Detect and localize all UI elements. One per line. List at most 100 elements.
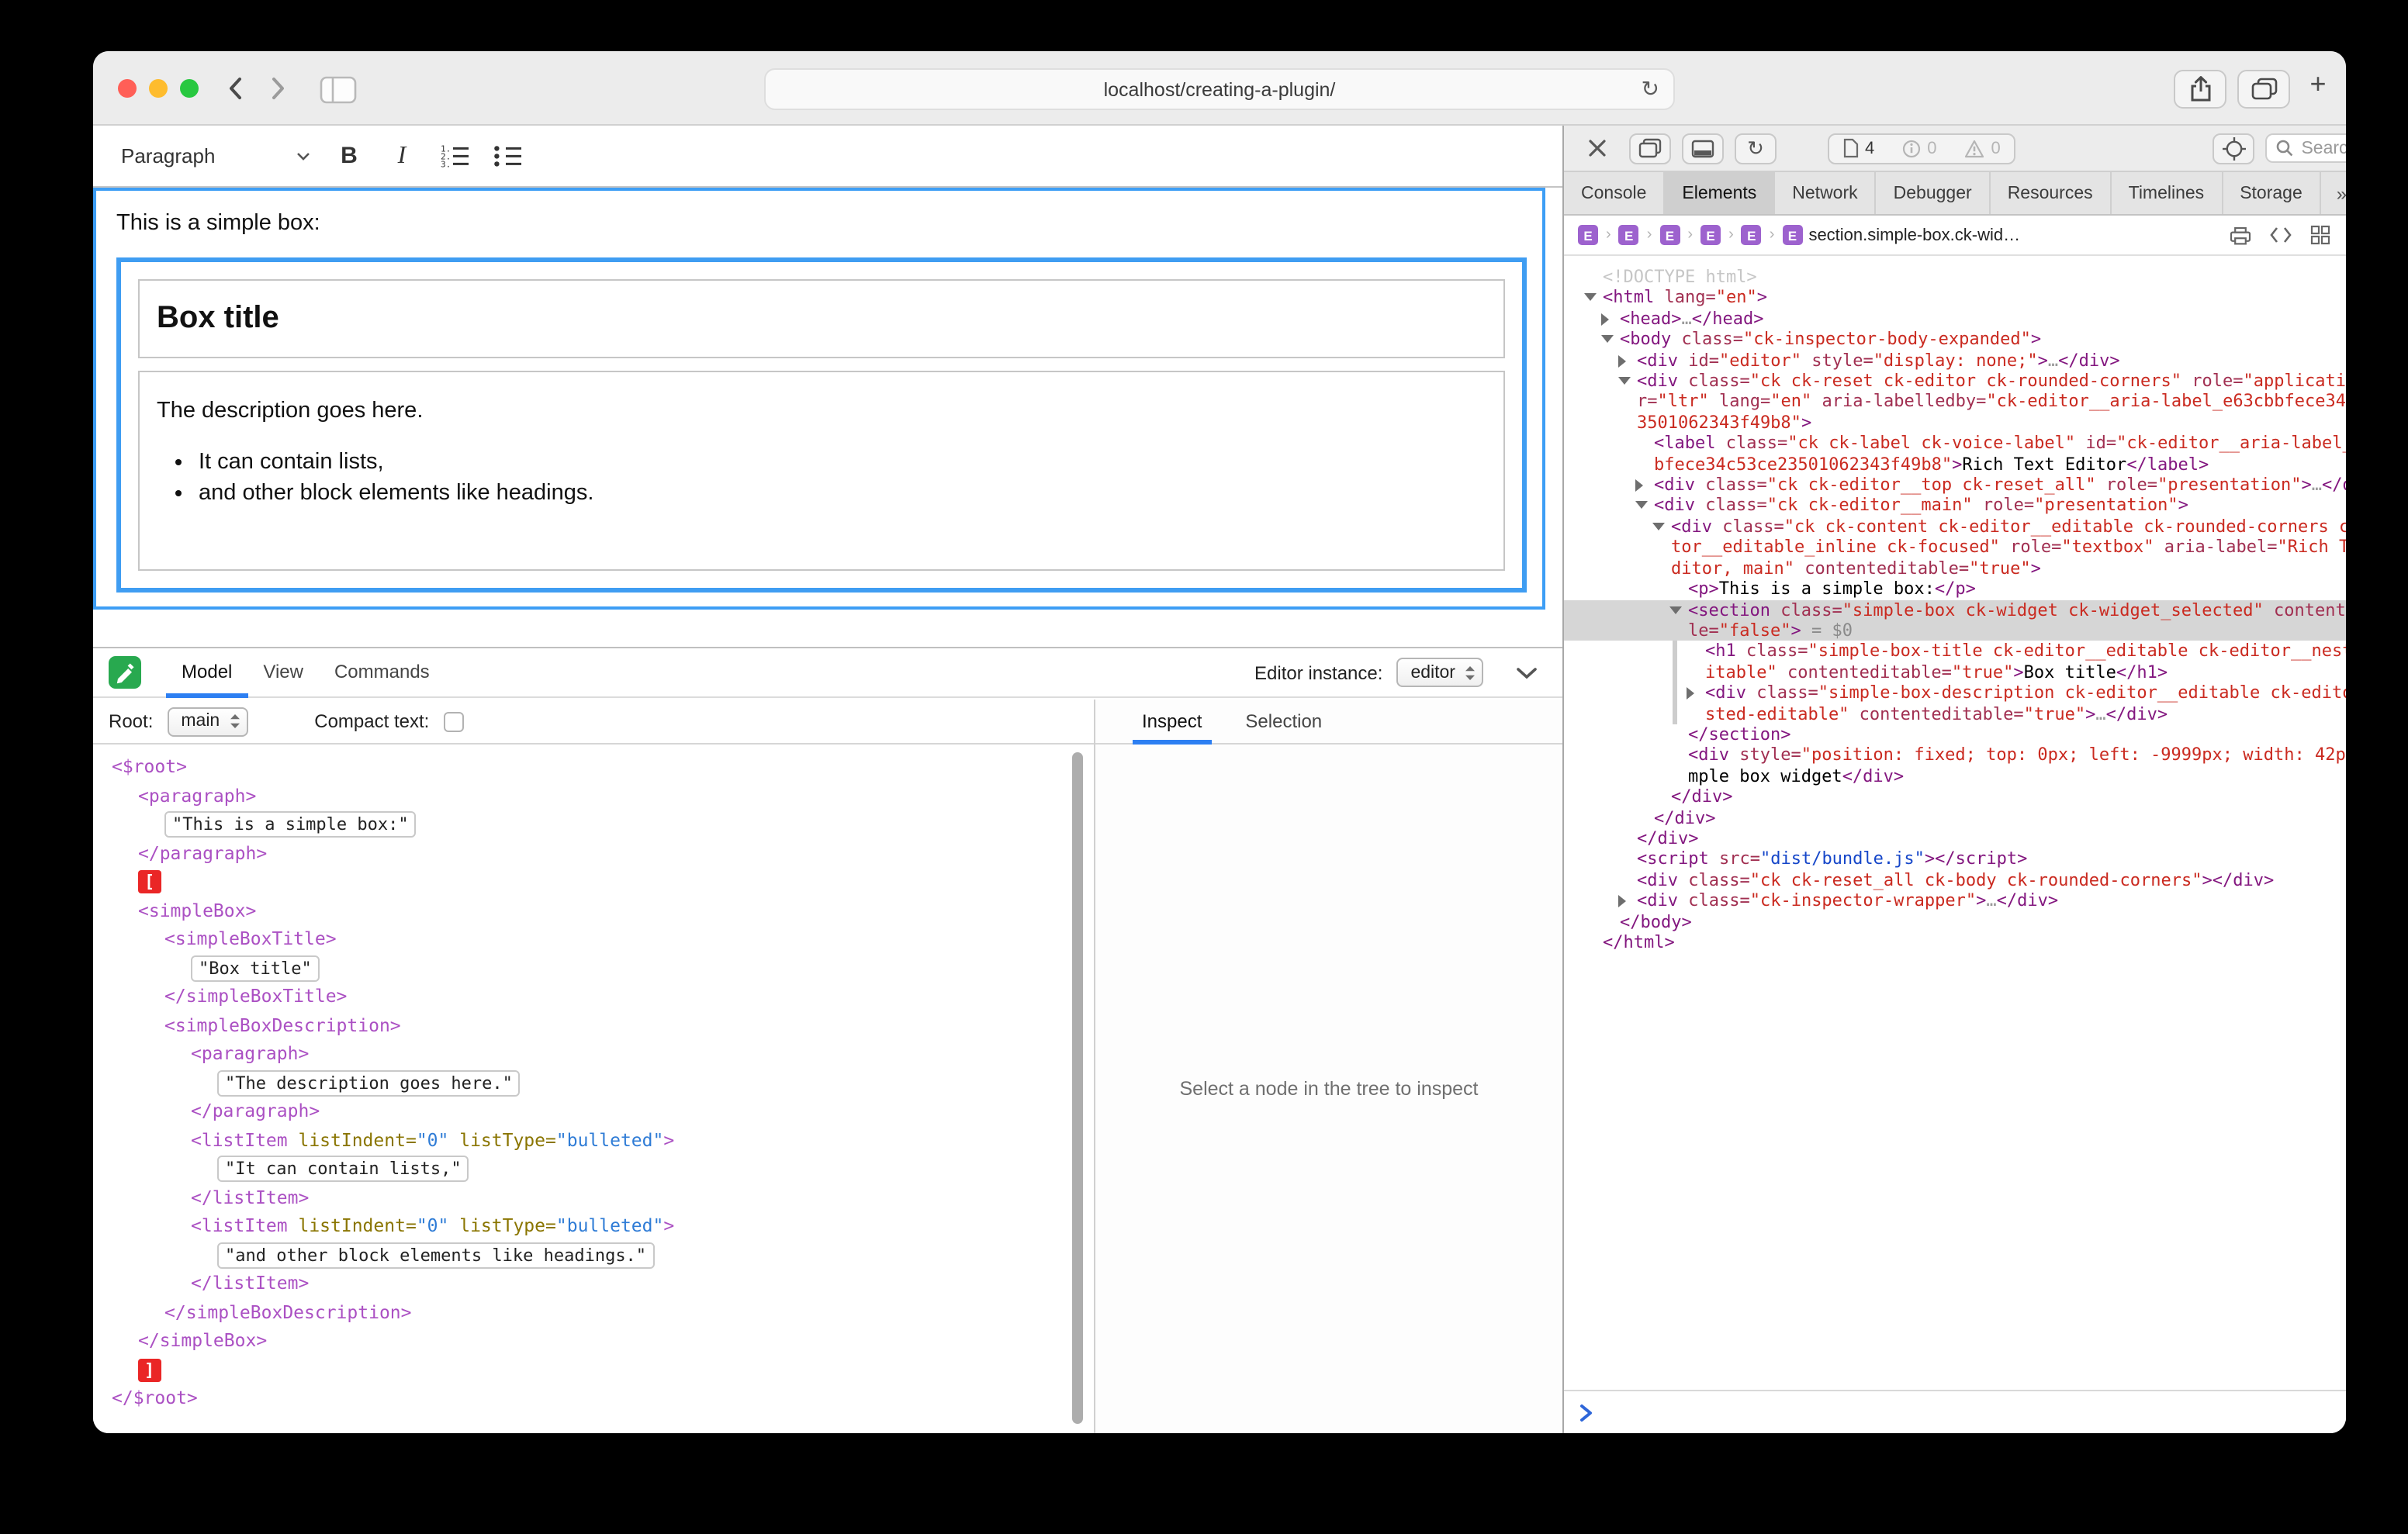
devtools-tab-console[interactable]: Console — [1564, 172, 1665, 214]
model-tree-line[interactable]: </simpleBoxTitle> — [93, 982, 1094, 1011]
dom-tree-line[interactable]: <div class="ck ck-reset_all ck-body ck-r… — [1564, 870, 2346, 891]
model-tree-line[interactable]: </paragraph> — [93, 1097, 1094, 1125]
dom-tree-line[interactable]: </body> — [1564, 911, 2346, 932]
url-field[interactable]: localhost/creating-a-plugin/ ↻ — [764, 68, 1675, 110]
model-tree-line[interactable]: </paragraph> — [93, 838, 1094, 867]
list-item[interactable]: and other block elements like headings. — [199, 479, 1486, 507]
disclosure-collapsed-icon[interactable] — [1618, 895, 1626, 907]
disclosure-collapsed-icon[interactable] — [1601, 313, 1609, 326]
dom-tree-line[interactable]: <div class="ck-inspector-wrapper">…</div… — [1564, 890, 2346, 911]
model-tree-line[interactable]: </listItem> — [93, 1269, 1094, 1297]
compact-text-checkbox[interactable] — [443, 711, 463, 731]
model-tree-line[interactable]: "It can contain lists," — [93, 1154, 1094, 1183]
dom-tree-line[interactable]: <div class="ck ck-editor__top ck-reset_a… — [1564, 475, 2346, 496]
italic-button[interactable]: I — [375, 134, 428, 178]
dom-tree-line[interactable]: <script src="dist/bundle.js"></script> — [1564, 849, 2346, 870]
breadcrumb-item[interactable]: E — [1700, 225, 1721, 245]
model-tree-line[interactable]: <listItem listIndent="0" listType="bulle… — [93, 1125, 1094, 1154]
model-tree-line[interactable]: </simpleBox> — [93, 1326, 1094, 1355]
model-tree-line[interactable]: ] — [93, 1355, 1094, 1384]
close-window-button[interactable] — [118, 79, 137, 98]
breadcrumb-item[interactable]: E — [1742, 225, 1762, 245]
disclosure-collapsed-icon[interactable] — [1687, 687, 1694, 700]
dom-tree-line[interactable]: <section class="simple-box ck-widget ck-… — [1564, 599, 2346, 641]
disclosure-collapsed-icon[interactable] — [1618, 354, 1626, 367]
disclosure-open-icon[interactable] — [1601, 335, 1614, 343]
inspector-tab-selection[interactable]: Selection — [1236, 699, 1331, 744]
breadcrumb-item[interactable]: E — [1619, 225, 1639, 245]
new-tab-button[interactable]: + — [2302, 68, 2334, 101]
inspector-tab-inspect[interactable]: Inspect — [1133, 699, 1211, 744]
grid-icon[interactable] — [2310, 225, 2330, 245]
list-item[interactable]: It can contain lists, — [199, 448, 1486, 477]
paragraph-text[interactable]: This is a simple box: — [116, 211, 1527, 236]
model-tree-line[interactable]: </$root> — [93, 1384, 1094, 1412]
box-description-text[interactable]: The description goes here. — [157, 399, 1486, 423]
dom-tree-line[interactable]: </section> — [1564, 724, 2346, 745]
root-select[interactable]: main — [167, 707, 247, 736]
paragraph-dropdown[interactable]: Paragraph — [121, 144, 310, 168]
devtools-tab-elements[interactable]: Elements — [1665, 172, 1775, 214]
disclosure-collapsed-icon[interactable] — [1635, 479, 1643, 492]
dom-tree-line[interactable]: <div class="simple-box-description ck-ed… — [1564, 682, 2346, 724]
dom-tree-line[interactable]: </div> — [1564, 807, 2346, 828]
dom-tree-line[interactable]: <!DOCTYPE html> — [1564, 267, 2346, 288]
warnings-badge[interactable]: 0 — [1951, 139, 2015, 157]
devtools-reload-button[interactable]: ↻ — [1735, 133, 1777, 164]
share-button[interactable] — [2174, 70, 2226, 109]
code-brackets-icon[interactable] — [2270, 226, 2292, 244]
disclosure-open-icon[interactable] — [1618, 377, 1631, 385]
breadcrumb-item[interactable]: E — [1659, 225, 1680, 245]
devtools-tab-resources[interactable]: Resources — [1991, 172, 2112, 214]
inspector-tab-model[interactable]: Model — [166, 648, 247, 697]
editor-instance-select[interactable]: editor — [1396, 658, 1483, 687]
dom-tree-line[interactable]: <div id="editor" style="display: none;">… — [1564, 350, 2346, 371]
editor-content[interactable]: This is a simple box: Box title The desc… — [93, 188, 1545, 610]
scrollbar-thumb[interactable] — [1072, 752, 1083, 1424]
model-tree-line[interactable]: <simpleBoxTitle> — [93, 924, 1094, 953]
reload-icon[interactable]: ↻ — [1642, 76, 1659, 102]
model-tree-line[interactable]: <simpleBox> — [93, 896, 1094, 924]
model-tree-line[interactable]: </simpleBoxDescription> — [93, 1297, 1094, 1326]
dom-tree-line[interactable]: <body class="ck-inspector-body-expanded"… — [1564, 329, 2346, 350]
numbered-list-button[interactable]: 1. 2. 3. — [428, 134, 481, 178]
disclosure-open-icon[interactable] — [1669, 606, 1682, 613]
forward-button[interactable] — [261, 73, 295, 104]
disclosure-open-icon[interactable] — [1635, 502, 1648, 510]
resource-count-badge[interactable]: 4 — [1829, 138, 1888, 158]
model-tree-line[interactable]: "This is a simple box:" — [93, 810, 1094, 838]
box-title[interactable]: Box title — [138, 279, 1505, 358]
bulleted-list-button[interactable] — [481, 134, 534, 178]
dom-tree-line[interactable]: <head>…</head> — [1564, 309, 2346, 330]
dock-bottom-button[interactable] — [1682, 133, 1724, 164]
dom-tree-line[interactable]: <div class="ck ck-reset ck-editor ck-rou… — [1564, 371, 2346, 433]
disclosure-open-icon[interactable] — [1584, 294, 1597, 302]
devtools-search-input[interactable]: Search — [2265, 133, 2346, 163]
back-button[interactable] — [217, 73, 251, 104]
dom-tree-line[interactable]: <p>This is a simple box:</p> — [1564, 579, 2346, 599]
sidebar-toggle-button[interactable] — [320, 76, 357, 112]
dom-tree-line[interactable]: <div class="ck ck-editor__main" role="pr… — [1564, 496, 2346, 517]
collapse-inspector-button[interactable] — [1516, 666, 1538, 679]
devtools-close-button[interactable] — [1576, 133, 1618, 164]
bold-button[interactable]: B — [323, 134, 375, 178]
dom-tree-line[interactable]: <label class="ck ck-label ck-voice-label… — [1564, 434, 2346, 475]
inspector-tab-commands[interactable]: Commands — [319, 648, 445, 697]
tab-overview-button[interactable] — [2237, 70, 2290, 109]
breadcrumb-item[interactable]: Esection.simple-box.ck-wid… — [1782, 225, 2020, 245]
simple-box-widget[interactable]: Box title The description goes here. It … — [116, 257, 1527, 593]
devtools-tab-debugger[interactable]: Debugger — [1877, 172, 1991, 214]
console-prompt-bar[interactable] — [1564, 1390, 2346, 1433]
model-tree-line[interactable]: <paragraph> — [93, 781, 1094, 810]
dom-tree-line[interactable]: <html lang="en"> — [1564, 288, 2346, 309]
tab-overflow-icon[interactable]: » — [2337, 182, 2346, 204]
devtools-tab-storage[interactable]: Storage — [2223, 172, 2321, 214]
element-picker-button[interactable] — [2213, 133, 2254, 164]
dom-tree-line[interactable]: <h1 class="simple-box-title ck-editor__e… — [1564, 641, 2346, 683]
dom-tree-line[interactable]: <div class="ck ck-content ck-editor__edi… — [1564, 517, 2346, 579]
inspector-tab-view[interactable]: View — [247, 648, 319, 697]
model-tree-line[interactable]: <listItem listIndent="0" listType="bulle… — [93, 1211, 1094, 1240]
model-tree-line[interactable]: [ — [93, 867, 1094, 896]
dom-tree-line[interactable]: </div> — [1564, 786, 2346, 807]
dock-side-button[interactable] — [1629, 133, 1671, 164]
